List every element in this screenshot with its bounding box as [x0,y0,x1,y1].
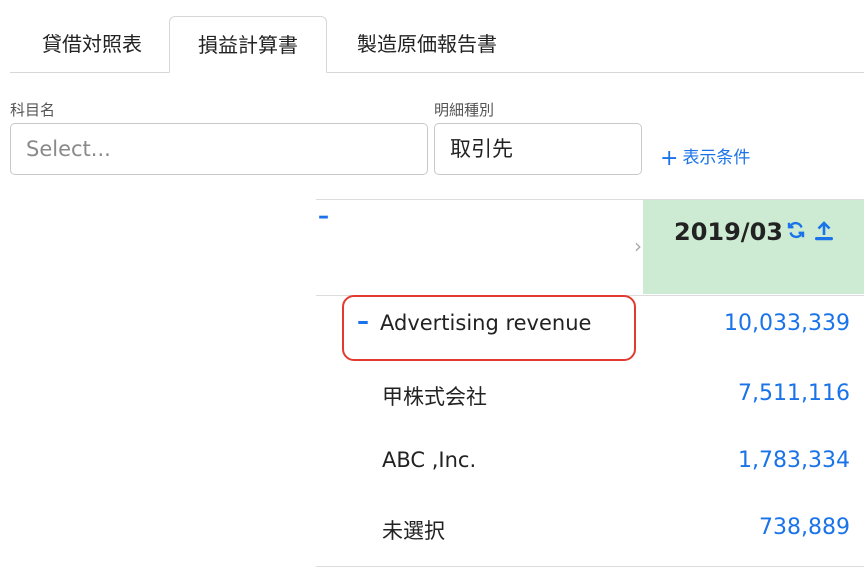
add-display-condition-label: 表示条件 [682,148,751,168]
add-display-condition-button[interactable]: + 表示条件 [660,143,750,171]
detail-type-select[interactable]: 取引先 [434,123,642,175]
chevron-right-icon[interactable]: › [634,234,642,258]
group-row-advertising-revenue[interactable]: – Advertising revenue 10,033,339 [316,295,864,361]
period-column-header: 2019/03 [643,200,864,294]
table-row[interactable]: 未選択 738,889 [316,499,864,565]
report-tabs: 貸借対照表 損益計算書 製造原価報告書 [10,0,864,73]
table-bottom-divider [316,566,864,567]
plus-icon: + [660,146,679,171]
detail-type-label: 明細種別 [434,101,495,119]
table-row[interactable]: ABC ,Inc. 1,783,334 [316,432,864,498]
tab-balance-sheet[interactable]: 貸借対照表 [22,16,162,72]
tab-income-statement[interactable]: 損益計算書 [169,16,327,73]
upload-icon[interactable] [813,220,835,248]
tab-manufacturing-cost-report[interactable]: 製造原価報告書 [342,16,512,72]
collapse-all-icon[interactable]: – [318,204,329,229]
group-label: Advertising revenue [380,311,592,335]
period-label: 2019/03 [674,218,783,246]
collapse-group-icon[interactable]: – [357,307,369,335]
subject-select[interactable]: Select... [10,123,428,175]
report-table: – › 2019/03 – Advertising revenue 10,033… [316,199,864,570]
row-value[interactable]: 7,511,116 [738,381,850,406]
table-row[interactable]: 甲株式会社 7,511,116 [316,365,864,431]
subject-label: 科目名 [10,101,56,119]
row-label: ABC ,Inc. [382,448,477,472]
row-value[interactable]: 738,889 [759,515,850,540]
row-label: 未選択 [382,519,445,543]
row-value[interactable]: 1,783,334 [738,448,850,473]
refresh-icon[interactable] [786,220,806,246]
row-label: 甲株式会社 [382,385,487,409]
table-header: – › 2019/03 [316,199,864,296]
group-value[interactable]: 10,033,339 [724,311,850,336]
